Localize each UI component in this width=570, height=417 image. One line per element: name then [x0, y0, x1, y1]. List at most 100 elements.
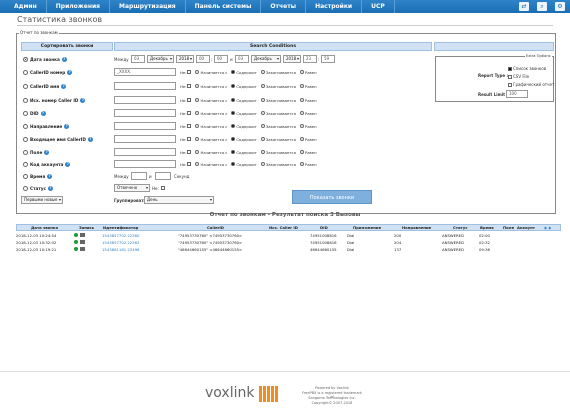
help-icon[interactable]: ? — [61, 56, 67, 62]
not-checkbox[interactable] — [187, 162, 192, 166]
help-icon[interactable]: ? — [80, 97, 86, 103]
day-from-input[interactable]: 03 — [131, 55, 145, 63]
menu-applications[interactable]: Приложения — [47, 0, 111, 13]
gear-icon[interactable]: ⚙ — [555, 2, 565, 11]
download-icon[interactable] — [80, 240, 85, 244]
group-by-select[interactable]: День — [144, 196, 214, 204]
search-icon[interactable]: ⌕ — [537, 2, 547, 11]
account-input[interactable] — [114, 160, 176, 168]
minute-from-input[interactable]: 00 — [214, 55, 228, 63]
expand-icon[interactable]: ◆ ◆ — [544, 225, 551, 231]
menu-settings[interactable]: Настройки — [306, 0, 363, 13]
sort-radio[interactable] — [23, 69, 28, 75]
help-icon[interactable]: ? — [47, 185, 53, 191]
incoming-cid-input[interactable] — [114, 135, 176, 143]
match-options-field: Не: Начинается с Содержит Заканчивается Раве… — [180, 149, 317, 155]
help-icon[interactable]: ? — [65, 161, 71, 167]
sort-radio[interactable] — [23, 97, 28, 103]
not-checkbox[interactable] — [187, 111, 192, 115]
year-to-select[interactable]: 2018 — [283, 55, 301, 63]
report-type-csv[interactable]: CSV File — [508, 74, 529, 79]
menu-ucp[interactable]: UCP — [362, 0, 395, 13]
sort-radio[interactable] — [23, 185, 28, 191]
help-icon[interactable]: ? — [61, 83, 67, 89]
duration-to-input[interactable] — [155, 172, 171, 180]
help-icon[interactable]: ? — [47, 173, 53, 179]
month-to-select[interactable]: Декабрь — [251, 55, 281, 63]
play-icon[interactable] — [74, 247, 78, 251]
menu-routing[interactable]: Маршрутизация — [110, 0, 186, 13]
sort-radio[interactable] — [23, 83, 28, 89]
callerid-number-input[interactable]: _XXXX. — [114, 68, 176, 76]
sort-outcid[interactable]: Исх. номер Caller ID? — [23, 96, 86, 104]
top-nav: Админ Приложения Маршрутизация Панель си… — [0, 0, 570, 13]
help-icon[interactable]: ? — [67, 69, 73, 75]
hour-to-input[interactable]: 23 — [303, 55, 317, 63]
sort-field[interactable]: Поле? — [23, 148, 50, 156]
sort-radio[interactable] — [23, 173, 28, 179]
help-icon[interactable]: ? — [40, 110, 46, 116]
sort-duration[interactable]: Время? — [23, 172, 53, 180]
footer-divider — [0, 371, 570, 372]
sort-cidnum[interactable]: CallerID номер? — [23, 68, 73, 76]
not-checkbox[interactable] — [187, 124, 192, 128]
sort-radio[interactable] — [23, 149, 28, 155]
results-title: Отчет по звонкам - Результат поиска 3 Вы… — [209, 212, 361, 218]
month-from-select[interactable]: Декабрь — [147, 55, 174, 63]
sort-incoming-cid[interactable]: Входящее имя CallerID? — [23, 135, 93, 143]
outbound-cid-input[interactable] — [114, 96, 176, 104]
year-from-select[interactable]: 2018 — [176, 55, 194, 63]
sort-radio[interactable] — [23, 161, 28, 167]
menu-dashboard[interactable]: Панель системы — [186, 0, 262, 13]
not-checkbox[interactable] — [187, 70, 192, 74]
footer-line4: Copyright© 2007-2018 — [311, 401, 353, 405]
sort-cidname[interactable]: CallerID имя? — [23, 82, 67, 90]
day-to-input[interactable]: 03 — [235, 55, 249, 63]
hour-from-input[interactable]: 00 — [196, 55, 210, 63]
report-type-list[interactable]: Список звонков — [508, 66, 546, 71]
not-checkbox[interactable] — [187, 137, 192, 141]
did-input[interactable] — [114, 109, 176, 117]
duration-unit-label: Секунд — [174, 174, 190, 179]
callerid-name-input[interactable] — [114, 82, 176, 90]
sort-did[interactable]: DID? — [23, 109, 46, 117]
report-type-graph[interactable]: Графический отчет — [508, 82, 554, 87]
show-calls-button[interactable]: Показать звонки — [292, 190, 372, 204]
sort-radio[interactable] — [23, 56, 28, 62]
order-select[interactable]: Первыми новые — [21, 196, 63, 204]
match-options-account: Не: Начинается с Содержит Заканчивается Раве… — [180, 161, 317, 167]
result-limit-input[interactable]: 100 — [506, 90, 528, 98]
direction-input[interactable] — [114, 122, 176, 130]
sort-radio[interactable] — [23, 136, 28, 142]
help-icon[interactable]: ? — [64, 123, 70, 129]
sort-account[interactable]: Код аккаунта? — [23, 160, 71, 168]
status-select[interactable]: Отвечено — [114, 184, 150, 192]
sort-direction[interactable]: Направление? — [23, 122, 70, 130]
help-icon[interactable]: ? — [44, 149, 50, 155]
table-row: 2018-12-03 10:32:02 1543857702.22562 "74… — [16, 240, 490, 245]
sort-status[interactable]: Статус? — [23, 184, 53, 192]
download-icon[interactable] — [80, 233, 85, 237]
field-input[interactable] — [114, 148, 176, 156]
sort-radio[interactable] — [23, 110, 28, 116]
footer-line3: Sangoma Technologies Inc. — [308, 396, 356, 400]
status-not-checkbox[interactable] — [161, 186, 165, 190]
help-icon[interactable]: ? — [87, 136, 93, 142]
not-checkbox[interactable] — [187, 98, 192, 102]
play-icon[interactable] — [74, 233, 78, 237]
language-icon[interactable]: ⇄ — [519, 2, 529, 11]
minute-to-input[interactable]: 59 — [321, 55, 335, 63]
match-options-outcid: Не: Начинается с Содержит Заканчивается Раве… — [180, 97, 317, 103]
sort-radio[interactable] — [23, 123, 28, 129]
not-checkbox[interactable] — [187, 150, 192, 154]
table-row: 2018-12-03 10:24:54 1543857702.22560 "74… — [16, 233, 490, 238]
menu-admin[interactable]: Админ — [5, 0, 47, 13]
table-row: 2018-12-03 10:19:21 1543861161.23498 "46… — [16, 247, 490, 252]
match-options-incoming: Не: Начинается с Содержит Заканчивается Раве… — [180, 136, 317, 142]
sort-calldate[interactable]: Дата звонка? — [23, 55, 67, 63]
not-checkbox[interactable] — [187, 84, 192, 88]
duration-from-input[interactable] — [131, 172, 147, 180]
menu-reports[interactable]: Отчеты — [261, 0, 307, 13]
download-icon[interactable] — [80, 247, 85, 251]
play-icon[interactable] — [74, 240, 78, 244]
